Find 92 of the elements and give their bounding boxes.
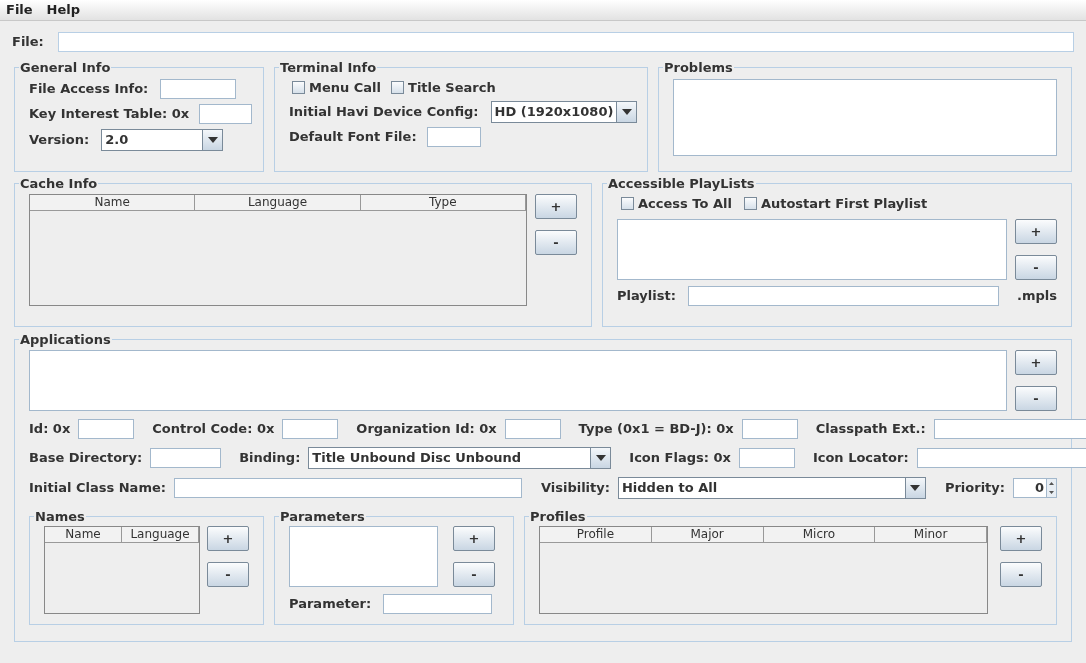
checkbox-label: Title Search [408, 78, 496, 97]
caret-down-icon [595, 454, 606, 461]
dropdown[interactable]: Title Unbound Disc Unbound [308, 446, 612, 469]
checkbox[interactable] [621, 196, 634, 210]
table[interactable]: Name Language [44, 526, 200, 614]
checkbox[interactable] [391, 80, 404, 94]
text-field[interactable] [150, 447, 222, 468]
group-title: Profiles [529, 507, 587, 526]
text-field[interactable] [173, 477, 522, 498]
action-button[interactable]: + [1015, 349, 1057, 375]
problems-list[interactable] [673, 78, 1057, 156]
group-title: Cache Info [19, 175, 99, 193]
field-label: .mpls [1017, 287, 1057, 306]
field-label: Initial Class Name: [29, 478, 166, 497]
text-field[interactable] [741, 418, 798, 439]
field-label: Default Font File: [289, 128, 417, 147]
field-label: Parameter: [289, 595, 372, 614]
text-field[interactable] [383, 594, 493, 614]
column-header[interactable]: Language [122, 527, 199, 543]
column-header[interactable]: Type [360, 194, 526, 211]
column-header[interactable]: Name [30, 194, 196, 211]
dropdown[interactable]: HD (1920x1080) [490, 101, 638, 123]
field-label: Key Interest Table: 0x [29, 104, 190, 123]
applications-list[interactable] [29, 349, 1007, 411]
caret-down-icon [621, 109, 632, 115]
text-field[interactable] [504, 418, 561, 439]
group-title: General Info [19, 59, 112, 77]
field-label: Playlist: [617, 287, 676, 306]
field-label: Id: 0x [29, 419, 71, 438]
text-field[interactable] [916, 447, 1086, 468]
field-label: Organization Id: 0x [356, 419, 497, 438]
menu-item[interactable]: Help [46, 0, 81, 20]
field-label: Initial Havi Device Config: [289, 103, 479, 122]
action-button[interactable]: - [453, 562, 495, 587]
field-label: Icon Flags: 0x [629, 448, 731, 467]
action-button[interactable]: - [1000, 562, 1042, 587]
playlist-list[interactable] [617, 219, 1007, 280]
action-button[interactable]: + [207, 526, 249, 551]
action-button[interactable]: - [1015, 385, 1057, 411]
column-header[interactable]: Micro [763, 527, 876, 543]
checkbox-label: Autostart First Playlist [760, 194, 928, 213]
group-title: Terminal Info [279, 59, 378, 77]
field-label: Type (0x1 = BD-J): 0x [578, 419, 734, 438]
action-button[interactable]: + [1015, 219, 1057, 244]
text-field[interactable] [687, 286, 999, 306]
group-title: Names [34, 507, 86, 526]
field-label: File: [12, 33, 44, 52]
text-field[interactable] [933, 418, 1086, 439]
text-field[interactable] [426, 127, 481, 147]
action-button[interactable]: - [1015, 255, 1057, 280]
checkbox-label: Access To All [638, 194, 732, 213]
text-field[interactable] [199, 103, 253, 124]
column-header[interactable]: Name [45, 527, 122, 543]
action-button[interactable]: + [453, 526, 495, 551]
action-button[interactable]: + [1000, 526, 1042, 551]
group-title: Accessible PlayLists [607, 175, 756, 193]
field-label: Binding: [239, 448, 301, 467]
field-label: Visibility: [540, 478, 610, 497]
dropdown[interactable]: Hidden to All [617, 476, 926, 499]
field-label: Control Code: 0x [152, 419, 275, 438]
field-label: Classpath Ext.: [815, 419, 926, 438]
field-label: Version: [29, 130, 90, 149]
field-label: Priority: [944, 478, 1005, 497]
group-title: Applications [19, 331, 112, 349]
checkbox[interactable] [743, 196, 757, 210]
caret-down-icon [207, 136, 218, 143]
text-field[interactable] [57, 32, 1074, 52]
column-header[interactable]: Major [651, 527, 764, 543]
table[interactable]: Profile Major Micro Minor [539, 526, 988, 614]
text-field[interactable] [78, 418, 135, 439]
checkbox-label: Menu Call [309, 78, 381, 97]
field-label: File Access Info: [29, 79, 149, 98]
dropdown[interactable]: 2.0 [101, 128, 224, 151]
field-label: Base Directory: [29, 448, 143, 467]
column-header[interactable]: Minor [875, 527, 987, 543]
caret-down-icon [910, 484, 921, 491]
action-button[interactable]: - [207, 562, 249, 587]
text-field[interactable] [282, 418, 339, 439]
menu-item[interactable]: File [6, 0, 33, 20]
action-button[interactable]: + [535, 193, 577, 219]
text-field[interactable] [738, 447, 795, 468]
parameters-list[interactable] [289, 526, 438, 587]
field-label: Icon Locator: [812, 448, 909, 467]
checkbox[interactable] [292, 80, 305, 94]
table[interactable]: Name Language Type [29, 193, 527, 306]
text-field[interactable] [160, 78, 237, 99]
group-title: Problems [663, 59, 734, 77]
action-button[interactable]: - [535, 229, 577, 255]
column-header[interactable]: Profile [540, 527, 652, 543]
column-header[interactable]: Language [195, 194, 361, 211]
number-spinner[interactable]: 0 [1013, 477, 1057, 498]
group-title: Parameters [279, 507, 366, 526]
